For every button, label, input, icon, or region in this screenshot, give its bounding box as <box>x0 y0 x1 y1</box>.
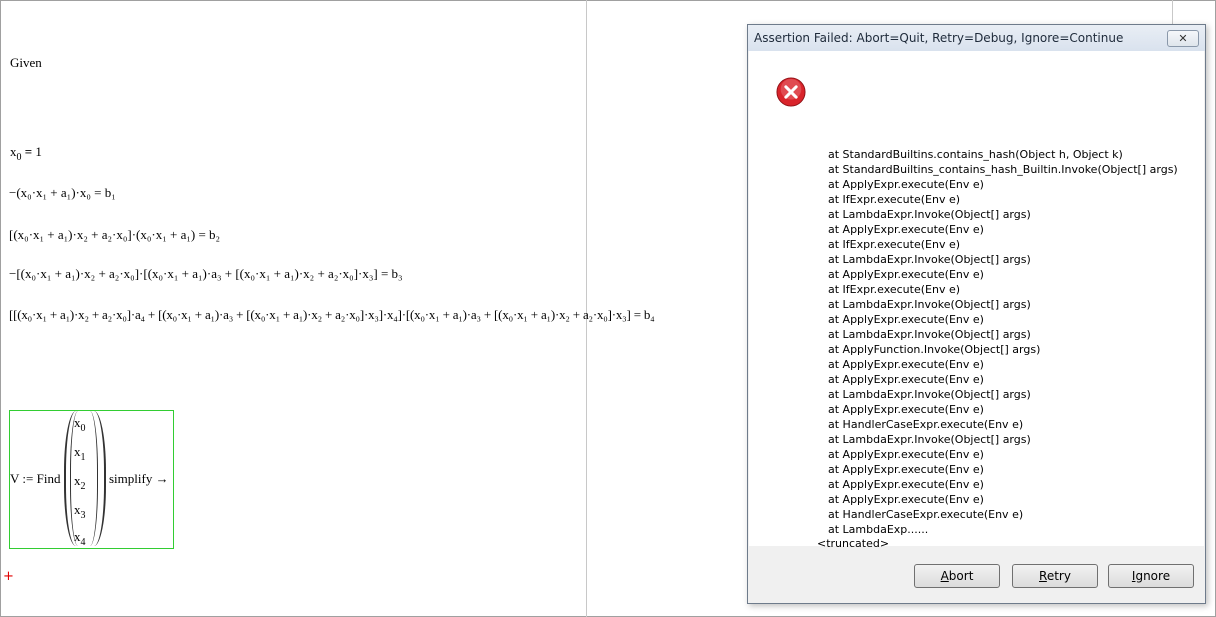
stack-trace-line: at LambdaExpr.Invoke(Object[] args) <box>828 388 1031 401</box>
equation-3[interactable]: −[(x₀·x₁ + a₁)·x₂ + a₂·x₀]·[(x₀·x₁ + a₁)… <box>9 266 403 282</box>
stack-trace-line: at StandardBuiltins.contains_hash(Object… <box>828 148 1123 161</box>
ignore-button[interactable]: Ignore <box>1108 564 1194 588</box>
eq0-rhs: 1 <box>35 144 42 159</box>
simplify-operator: simplify → <box>109 471 169 486</box>
stack-trace-line: at ApplyExpr.execute(Env e) <box>828 478 984 491</box>
dialog-body: at StandardBuiltins.contains_hash(Object… <box>749 51 1204 550</box>
vector-element: x3 <box>74 502 86 521</box>
dialog-titlebar[interactable]: Assertion Failed: Abort=Quit, Retry=Debu… <box>748 25 1205 51</box>
stack-trace-line: at LambdaExpr.Invoke(Object[] args) <box>828 208 1031 221</box>
vector-element: x1 <box>74 444 86 463</box>
dialog-title: Assertion Failed: Abort=Quit, Retry=Debu… <box>754 31 1124 45</box>
stack-trace-line: at ApplyExpr.execute(Env e) <box>828 268 984 281</box>
unknowns-vector: x0 x1 x2 x3 x4 <box>64 411 106 548</box>
stack-trace-line: at ApplyExpr.execute(Env e) <box>828 403 984 416</box>
equation-2[interactable]: [(x₀·x₁ + a₁)·x₂ + a₂·x₀]·(x₀·x₁ + a₁) =… <box>9 227 220 243</box>
stack-trace-line: at ApplyExpr.execute(Env e) <box>828 448 984 461</box>
stack-trace-line: at StandardBuiltins_contains_hash_Builti… <box>828 163 1178 176</box>
stack-trace-line: at LambdaExpr.Invoke(Object[] args) <box>828 328 1031 341</box>
find-region[interactable]: V := Find x0 x1 x2 x3 x4 simplify → <box>9 410 174 549</box>
stack-trace-line: at ApplyExpr.execute(Env e) <box>828 493 984 506</box>
vector-element: x4 <box>74 529 86 548</box>
stack-trace-line: at ApplyExpr.execute(Env e) <box>828 313 984 326</box>
stack-trace-line: at ApplyExpr.execute(Env e) <box>828 358 984 371</box>
stack-trace-line: at IfExpr.execute(Env e) <box>828 283 961 296</box>
find-definition-label: V := Find <box>10 471 61 486</box>
stack-trace-line: at ApplyExpr.execute(Env e) <box>828 373 984 386</box>
stack-trace-line: at ApplyExpr.execute(Env e) <box>828 223 984 236</box>
truncated-note: <truncated> <box>817 537 890 550</box>
equation-x0[interactable]: x0 = 1 <box>10 144 42 163</box>
vector-element: x2 <box>74 473 86 492</box>
stack-trace-line: at ApplyFunction.Invoke(Object[] args) <box>828 343 1041 356</box>
error-icon <box>776 77 806 107</box>
given-keyword[interactable]: Given <box>10 55 42 71</box>
stack-trace-line: at ApplyExpr.execute(Env e) <box>828 463 984 476</box>
stack-trace-line: at HandlerCaseExpr.execute(Env e) <box>828 508 1024 521</box>
equation-1[interactable]: −(x₀·x₁ + a₁)·x₀ = b₁ <box>9 185 116 201</box>
stack-trace-line: at HandlerCaseExpr.execute(Env e) <box>828 418 1024 431</box>
stack-trace-line: at LambdaExpr.Invoke(Object[] args) <box>828 298 1031 311</box>
assertion-dialog[interactable]: Assertion Failed: Abort=Quit, Retry=Debu… <box>747 24 1206 604</box>
close-button[interactable]: ✕ <box>1167 30 1199 47</box>
equation-4[interactable]: [[(x₀·x₁ + a₁)·x₂ + a₂·x₀]·a₄ + [(x₀·x₁ … <box>9 307 655 323</box>
stack-trace-line: at LambdaExp...... <box>828 523 929 536</box>
stack-trace-line: at IfExpr.execute(Env e) <box>828 238 961 251</box>
retry-button[interactable]: Retry <box>1012 564 1098 588</box>
vector-element: x0 <box>74 415 86 434</box>
stack-trace-line: at IfExpr.execute(Env e) <box>828 193 961 206</box>
eq0-op: = <box>24 144 33 159</box>
stack-trace-line: at LambdaExpr.Invoke(Object[] args) <box>828 253 1031 266</box>
abort-button[interactable]: Abort <box>914 564 1000 588</box>
stack-trace-line: at ApplyExpr.execute(Env e) <box>828 178 984 191</box>
stack-trace-line: at LambdaExpr.Invoke(Object[] args) <box>828 433 1031 446</box>
eq0-lhs-sub: 0 <box>16 152 22 163</box>
stack-trace: at StandardBuiltins.contains_hash(Object… <box>828 147 1178 537</box>
insertion-cursor: + <box>3 569 14 584</box>
